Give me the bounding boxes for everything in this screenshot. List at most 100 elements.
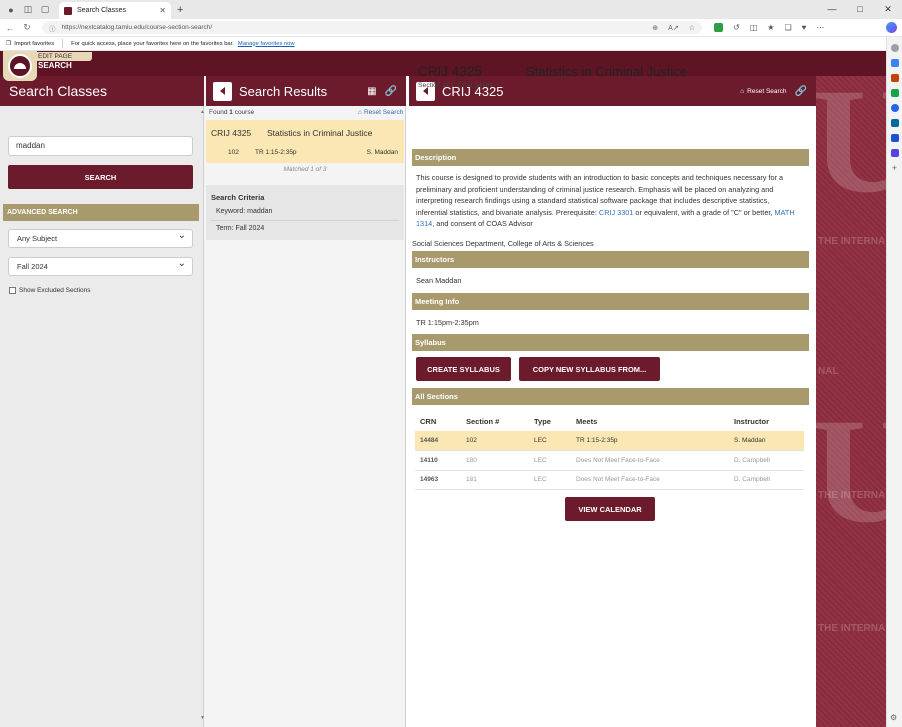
url-field[interactable]: ⓘ https://nextcatalog.tamiu.edu/course-s… xyxy=(42,21,702,34)
table-header-row: CRN Section # Type Meets Instructor xyxy=(415,411,804,431)
create-syllabus-button[interactable]: CREATE SYLLABUS xyxy=(416,357,511,381)
edge-sidebar: + ⚙ xyxy=(886,37,902,727)
search-panel: maddan SEARCH ADVANCED SEARCH Any Subjec… xyxy=(0,76,204,727)
refresh-icon[interactable]: ↻ xyxy=(20,22,34,33)
matched-count: Matched 1 of 3 xyxy=(283,166,327,173)
collections-icon[interactable]: ❏ xyxy=(784,23,791,32)
home-icon: ⌂ xyxy=(358,109,362,116)
search-button[interactable]: SEARCH xyxy=(8,165,193,189)
maximize-icon[interactable]: □ xyxy=(846,0,874,19)
result-section: 102 xyxy=(228,149,239,156)
import-icon: ❐ xyxy=(6,40,12,47)
result-instructor: S. Maddan xyxy=(366,149,398,156)
instructors-header: Instructors xyxy=(412,251,809,268)
lock-icon[interactable]: ⓘ xyxy=(49,23,56,33)
minimize-icon[interactable]: — xyxy=(818,0,846,19)
site-favicon-icon xyxy=(64,6,72,15)
games-icon[interactable] xyxy=(890,89,899,97)
divider xyxy=(211,220,399,221)
favorite-star-icon[interactable]: ☆ xyxy=(689,24,695,32)
view-calendar-button[interactable]: VIEW CALENDAR xyxy=(565,497,655,521)
m365-icon[interactable] xyxy=(890,104,899,112)
shopping-icon[interactable] xyxy=(890,59,899,67)
tab-actions-icon[interactable]: ▢ xyxy=(39,4,51,16)
copilot-icon[interactable] xyxy=(886,22,897,33)
profile-icon[interactable]: ● xyxy=(5,4,17,16)
criteria-keyword: Keyword: maddan xyxy=(216,208,273,215)
course-section-crn: Section 102, CRN 14484 xyxy=(418,82,494,89)
banner-text: THE INTERNA xyxy=(818,236,886,247)
course-description: This course is designed to provide stude… xyxy=(416,173,795,229)
search-icon[interactable] xyxy=(890,44,899,52)
back-icon[interactable]: ← xyxy=(3,23,17,33)
show-excluded-row[interactable]: Show Excluded Sections xyxy=(9,287,91,294)
add-sidebar-icon[interactable]: + xyxy=(891,164,899,174)
divider xyxy=(62,39,64,48)
reset-search-link[interactable]: ⌂ Reset Search xyxy=(358,109,403,116)
result-title: Statistics in Criminal Justice xyxy=(267,128,373,138)
banner-text: THE INTERNA xyxy=(818,623,886,634)
logo-seal-icon xyxy=(8,54,32,78)
calendar-icon[interactable]: ▦ xyxy=(367,86,376,97)
result-item[interactable]: CRIJ 4325 Statistics in Criminal Justice… xyxy=(206,120,404,163)
address-toolbar: ← ↻ ⓘ https://nextcatalog.tamiu.edu/cour… xyxy=(0,19,902,37)
show-excluded-label: Show Excluded Sections xyxy=(19,287,91,294)
col-meets: Meets xyxy=(576,416,598,426)
browser-tab[interactable]: Search Classes ✕ xyxy=(59,2,171,19)
meeting-info-header: Meeting Info xyxy=(412,293,809,310)
term-select[interactable]: Fall 2024 xyxy=(8,255,193,276)
reset-search-button[interactable]: ⌂ Reset Search xyxy=(740,88,786,95)
read-aloud-icon[interactable]: A↗ xyxy=(668,24,679,32)
table-row[interactable]: 14963 181 LEC Does Not Meet Face-to-Face… xyxy=(415,470,804,490)
workspaces-icon[interactable]: ◫ xyxy=(22,4,34,16)
tools-icon[interactable] xyxy=(890,74,899,82)
split-screen-icon[interactable]: ◫ xyxy=(750,23,758,32)
teams-icon[interactable] xyxy=(890,149,899,157)
advanced-search-header[interactable]: ADVANCED SEARCH xyxy=(3,204,199,221)
sync-icon[interactable]: ↺ xyxy=(733,23,740,32)
scroll-down-icon[interactable]: ▼ xyxy=(200,715,205,721)
close-tab-icon[interactable]: ✕ xyxy=(159,6,166,15)
keyword-input[interactable]: maddan xyxy=(8,136,193,156)
tab-title: Search Classes xyxy=(77,7,127,14)
banner-text: THE INTERNA xyxy=(818,490,886,501)
result-code: CRIJ 4325 xyxy=(211,128,252,138)
copy-syllabus-button[interactable]: COPY NEW SYLLABUS FROM... xyxy=(519,357,660,381)
show-excluded-checkbox[interactable] xyxy=(9,287,16,294)
results-header: Search Results ▦ 🔗 xyxy=(206,76,406,106)
more-icon[interactable]: ⋯ xyxy=(816,23,824,32)
course-code: CRIJ 4325 xyxy=(418,64,482,79)
favorites-icon[interactable]: ★ xyxy=(767,23,774,32)
syllabus-header: Syllabus xyxy=(412,334,809,351)
site-search-label: SEARCH xyxy=(38,61,72,70)
department: Social Sciences Department, College of A… xyxy=(412,239,594,248)
browser-essentials-icon[interactable]: ♥ xyxy=(802,23,807,32)
close-window-icon[interactable]: ✕ xyxy=(874,0,902,19)
table-row[interactable]: 14110 180 LEC Does Not Meet Face-to-Face… xyxy=(415,450,804,471)
prereq-link-crij[interactable]: CRIJ 3301 xyxy=(599,208,633,217)
manage-favorites-link[interactable]: Manage favorites now xyxy=(238,41,295,47)
edit-page-link[interactable]: EDIT PAGE xyxy=(34,52,92,61)
word-icon[interactable] xyxy=(890,134,899,142)
extension-icon[interactable] xyxy=(714,23,723,32)
scroll-up-icon[interactable]: ▲ xyxy=(200,109,205,115)
link-icon[interactable]: 🔗 xyxy=(385,86,397,97)
criteria-term: Term: Fall 2024 xyxy=(216,225,265,232)
background-image: U THE INTERNA NAL U THE INTERNA THE INTE… xyxy=(816,76,886,727)
import-favorites[interactable]: ❐ Import favorites xyxy=(6,41,54,47)
link-icon[interactable]: 🔗 xyxy=(795,86,807,97)
outlook-icon[interactable] xyxy=(890,119,899,127)
favorites-bar: ❐ Import favorites For quick access, pla… xyxy=(0,37,886,51)
table-row[interactable]: 14484 102 LEC TR 1:15-2:35p S. Maddan xyxy=(415,431,804,451)
new-tab-button[interactable]: + xyxy=(177,4,183,16)
result-time: TR 1:15-2:35p xyxy=(255,149,297,156)
description-header: Description xyxy=(412,149,809,166)
university-logo[interactable] xyxy=(3,51,37,81)
subject-select[interactable]: Any Subject xyxy=(8,227,193,248)
col-crn: CRN xyxy=(420,416,437,426)
sidebar-settings-icon[interactable]: ⚙ xyxy=(890,713,898,722)
home-icon: ⌂ xyxy=(740,87,745,95)
results-back-button[interactable] xyxy=(213,81,232,101)
window-controls: — □ ✕ xyxy=(818,0,902,19)
zoom-icon[interactable]: ⊕ xyxy=(652,24,658,32)
